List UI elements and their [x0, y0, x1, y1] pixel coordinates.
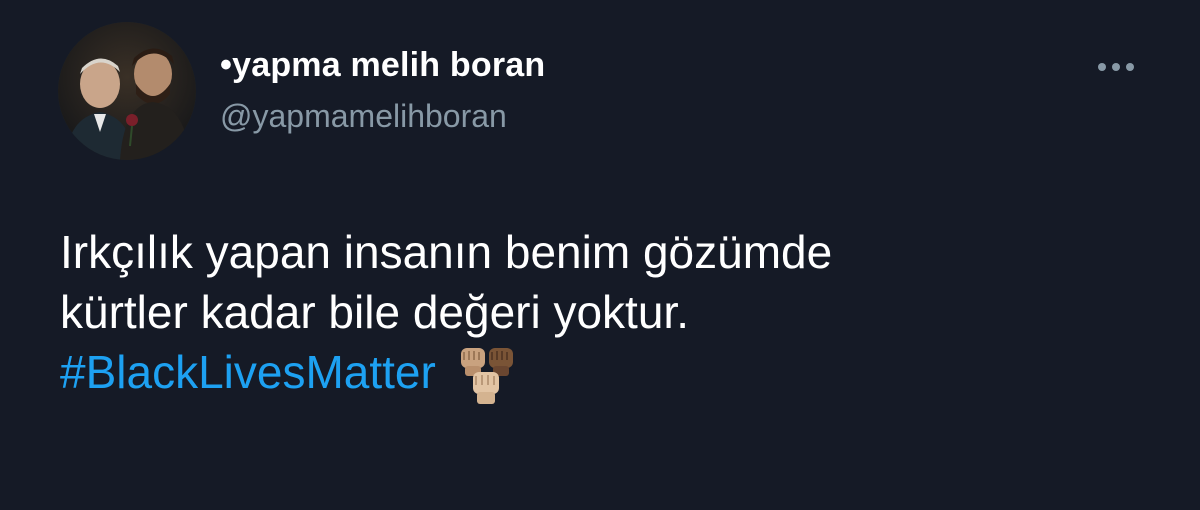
avatar-photo-icon [58, 22, 196, 160]
tweet-body: Irkçılık yapan insanın benim gözümde kür… [60, 222, 1160, 408]
author-handle[interactable]: @yapmamelihboran [220, 98, 507, 135]
hashtag-link[interactable]: #BlackLivesMatter [60, 346, 436, 398]
tweet-card: •yapma melih boran @yapmamelihboran Irkç… [0, 0, 1200, 510]
tweet-text-line-1: Irkçılık yapan insanın benim gözümde [60, 226, 833, 278]
more-dots-icon [1098, 63, 1134, 71]
tweet-text-line-2: kürtler kadar bile değeri yoktur. [60, 286, 689, 338]
hashtag-line: #BlackLivesMatter [60, 342, 1160, 408]
raised-fists-emoji [460, 347, 513, 404]
more-options-button[interactable] [1090, 52, 1142, 82]
profile-avatar[interactable] [58, 22, 196, 160]
author-display-name[interactable]: •yapma melih boran [220, 46, 545, 85]
